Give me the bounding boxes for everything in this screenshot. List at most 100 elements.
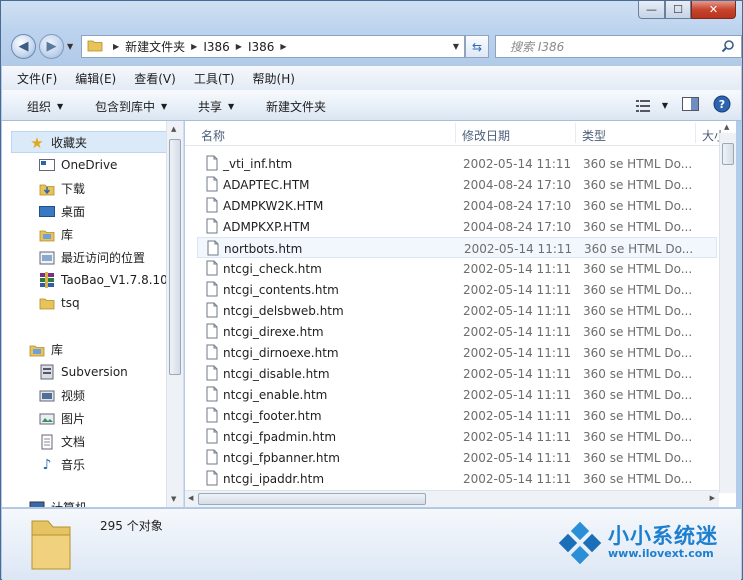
file-name: ntcgi_fpbanner.htm (223, 451, 340, 465)
menu-view[interactable]: 查看(V) (134, 70, 176, 87)
html-file-icon (204, 281, 220, 300)
file-type: 360 se HTML Do... (583, 346, 693, 360)
share-button[interactable]: 共享 ▼ (198, 98, 234, 115)
sidebar-item-library[interactable]: 库 (39, 226, 73, 243)
sidebar-item-label: 音乐 (61, 458, 86, 472)
sidebar-item-downloads[interactable]: 下载 (39, 180, 85, 197)
recent-pages-dropdown-icon[interactable]: ▼ (67, 42, 73, 51)
scroll-right-icon[interactable]: ▶ (710, 494, 715, 502)
menu-tools[interactable]: 工具(T) (194, 70, 235, 87)
sidebar-item-onedrive[interactable]: OneDrive (39, 157, 117, 173)
file-row[interactable]: ntcgi_fpbanner.htm 2002-05-14 11:11 360 se… (197, 447, 717, 468)
column-divider[interactable] (455, 123, 456, 143)
chevron-right-icon[interactable]: ▶ (113, 42, 119, 51)
column-divider[interactable] (575, 123, 576, 143)
address-history-dropdown-icon[interactable]: ▼ (453, 42, 459, 51)
file-row[interactable]: _vti_inf.htm 2002-05-14 11:11 360 se HTML … (197, 153, 717, 174)
new-folder-button[interactable]: 新建文件夹 (266, 98, 326, 115)
file-name: ntcgi_contents.htm (223, 283, 339, 297)
recent-places-icon (39, 250, 55, 266)
scroll-up-icon[interactable]: ▲ (724, 123, 729, 131)
file-row[interactable]: ADMPKXP.HTM 2004-08-24 17:10 360 se HTML D… (197, 216, 717, 237)
horizontal-scrollbar[interactable]: ◀ ▶ (185, 490, 719, 507)
sidebar-item-label: 收藏夹 (51, 136, 88, 150)
breadcrumb-item[interactable]: 新建文件夹 (125, 38, 185, 55)
scroll-down-icon[interactable]: ▼ (171, 495, 176, 503)
chevron-right-icon[interactable]: ▶ (191, 42, 197, 51)
column-type[interactable]: 类型 (582, 127, 606, 144)
breadcrumb-item[interactable]: I386 (203, 40, 229, 54)
scroll-up-icon[interactable]: ▲ (171, 125, 176, 133)
sidebar-item-videos[interactable]: 视频 (39, 387, 85, 404)
file-row[interactable]: ntcgi_delsbweb.htm 2002-05-14 11:11 360 se… (197, 300, 717, 321)
column-name[interactable]: 名称 (201, 127, 225, 144)
menu-file[interactable]: 文件(F) (17, 70, 57, 87)
scrollbar-thumb[interactable] (198, 493, 426, 505)
sidebar-item-tsq[interactable]: tsq (39, 295, 80, 311)
scrollbar-thumb[interactable] (169, 139, 181, 375)
file-row[interactable]: ntcgi_enable.htm 2002-05-14 11:11 360 se H… (197, 384, 717, 405)
breadcrumb-item[interactable]: I386 (248, 40, 274, 54)
sidebar-item-music[interactable]: ♪ 音乐 (39, 456, 85, 473)
file-row[interactable]: ntcgi_contents.htm 2002-05-14 11:11 360 se… (197, 279, 717, 300)
file-row[interactable]: ntcgi_dirnoexe.htm 2002-05-14 11:11 360 se… (197, 342, 717, 363)
file-row[interactable]: ntcgi_fpadmin.htm 2002-05-14 11:11 360 se … (197, 426, 717, 447)
address-bar[interactable]: ▶ 新建文件夹 ▶ I386 ▶ I386 ▶ ▼ (81, 35, 465, 58)
file-row[interactable]: nortbots.htm 2002-05-14 11:11 360 se HTML … (197, 237, 717, 258)
sidebar-item-favorites[interactable]: ★ 收藏夹 (29, 134, 88, 152)
vertical-scrollbar[interactable]: ▲ (719, 123, 736, 493)
file-row[interactable]: ntcgi_footer.htm 2002-05-14 11:11 360 se H… (197, 405, 717, 426)
preview-pane-button[interactable] (682, 97, 699, 114)
arrow-left-icon: ◀ (18, 39, 29, 54)
change-view-button[interactable]: ▼ (635, 99, 668, 113)
file-row[interactable]: ADAPTEC.HTM 2004-08-24 17:10 360 se HTML D… (197, 174, 717, 195)
scroll-left-icon[interactable]: ◀ (188, 494, 193, 502)
maximize-button[interactable]: ☐ (665, 1, 691, 19)
html-file-icon (204, 344, 220, 363)
file-name: ADMPKXP.HTM (223, 220, 311, 234)
search-icon[interactable] (721, 39, 735, 56)
sidebar-item-computer[interactable]: 计算机 (29, 499, 87, 507)
organize-button[interactable]: 组织 ▼ (27, 98, 63, 115)
command-bar: 组织 ▼ 包含到库中 ▼ 共享 ▼ 新建文件夹 ▼ ? (2, 90, 741, 121)
html-file-icon (204, 386, 220, 405)
file-row[interactable]: ntcgi_direxe.htm 2002-05-14 11:11 360 se H… (197, 321, 717, 342)
sidebar-item-label: 库 (61, 228, 74, 242)
chevron-right-icon[interactable]: ▶ (280, 42, 286, 51)
sidebar-item-label: 下载 (61, 182, 86, 196)
html-file-icon (204, 302, 220, 321)
file-row[interactable]: ntcgi_ipaddr.htm 2002-05-14 11:11 360 se H… (197, 468, 717, 489)
navigation-scrollbar[interactable]: ▲ ▼ (166, 121, 183, 507)
menu-edit[interactable]: 编辑(E) (75, 70, 116, 87)
file-row[interactable]: ntcgi_check.htm 2002-05-14 11:11 360 se HT… (197, 258, 717, 279)
sidebar-item-subversion[interactable]: Subversion (39, 364, 128, 380)
include-in-library-button[interactable]: 包含到库中 ▼ (95, 98, 167, 115)
details-view-icon (635, 99, 650, 112)
scrollbar-thumb[interactable] (722, 143, 734, 165)
minimize-button[interactable]: — (638, 1, 665, 19)
forward-button[interactable]: ▶ (39, 34, 64, 59)
sidebar-item-libraries[interactable]: 库 (29, 341, 63, 358)
logo-icon (558, 521, 602, 565)
back-button[interactable]: ◀ (11, 34, 36, 59)
file-type: 360 se HTML Do... (583, 367, 693, 381)
search-input[interactable]: 搜索 I386 (495, 35, 742, 58)
sidebar-item-taobao[interactable]: TaoBao_V1.7.8.10_ (39, 272, 174, 288)
html-file-icon (204, 197, 220, 216)
file-date: 2002-05-14 11:11 (463, 409, 572, 423)
file-row[interactable]: ntcgi_disable.htm 2002-05-14 11:11 360 se … (197, 363, 717, 384)
sidebar-item-desktop[interactable]: 桌面 (39, 203, 85, 220)
sidebar-item-recent-places[interactable]: 最近访问的位置 (39, 249, 145, 266)
menu-help[interactable]: 帮助(H) (253, 70, 295, 87)
close-button[interactable]: ✕ (691, 1, 736, 19)
refresh-button[interactable]: ⇆ (465, 35, 489, 58)
help-button[interactable]: ? (713, 95, 731, 116)
file-row[interactable]: ADMPKW2K.HTM 2004-08-24 17:10 360 se HTML … (197, 195, 717, 216)
preview-pane-icon (682, 97, 699, 111)
html-file-icon (204, 428, 220, 447)
sidebar-item-pictures[interactable]: 图片 (39, 410, 85, 427)
sidebar-item-documents[interactable]: 文档 (39, 433, 85, 450)
column-date-modified[interactable]: 修改日期 (462, 127, 510, 144)
column-divider[interactable] (695, 123, 696, 143)
chevron-right-icon[interactable]: ▶ (236, 42, 242, 51)
